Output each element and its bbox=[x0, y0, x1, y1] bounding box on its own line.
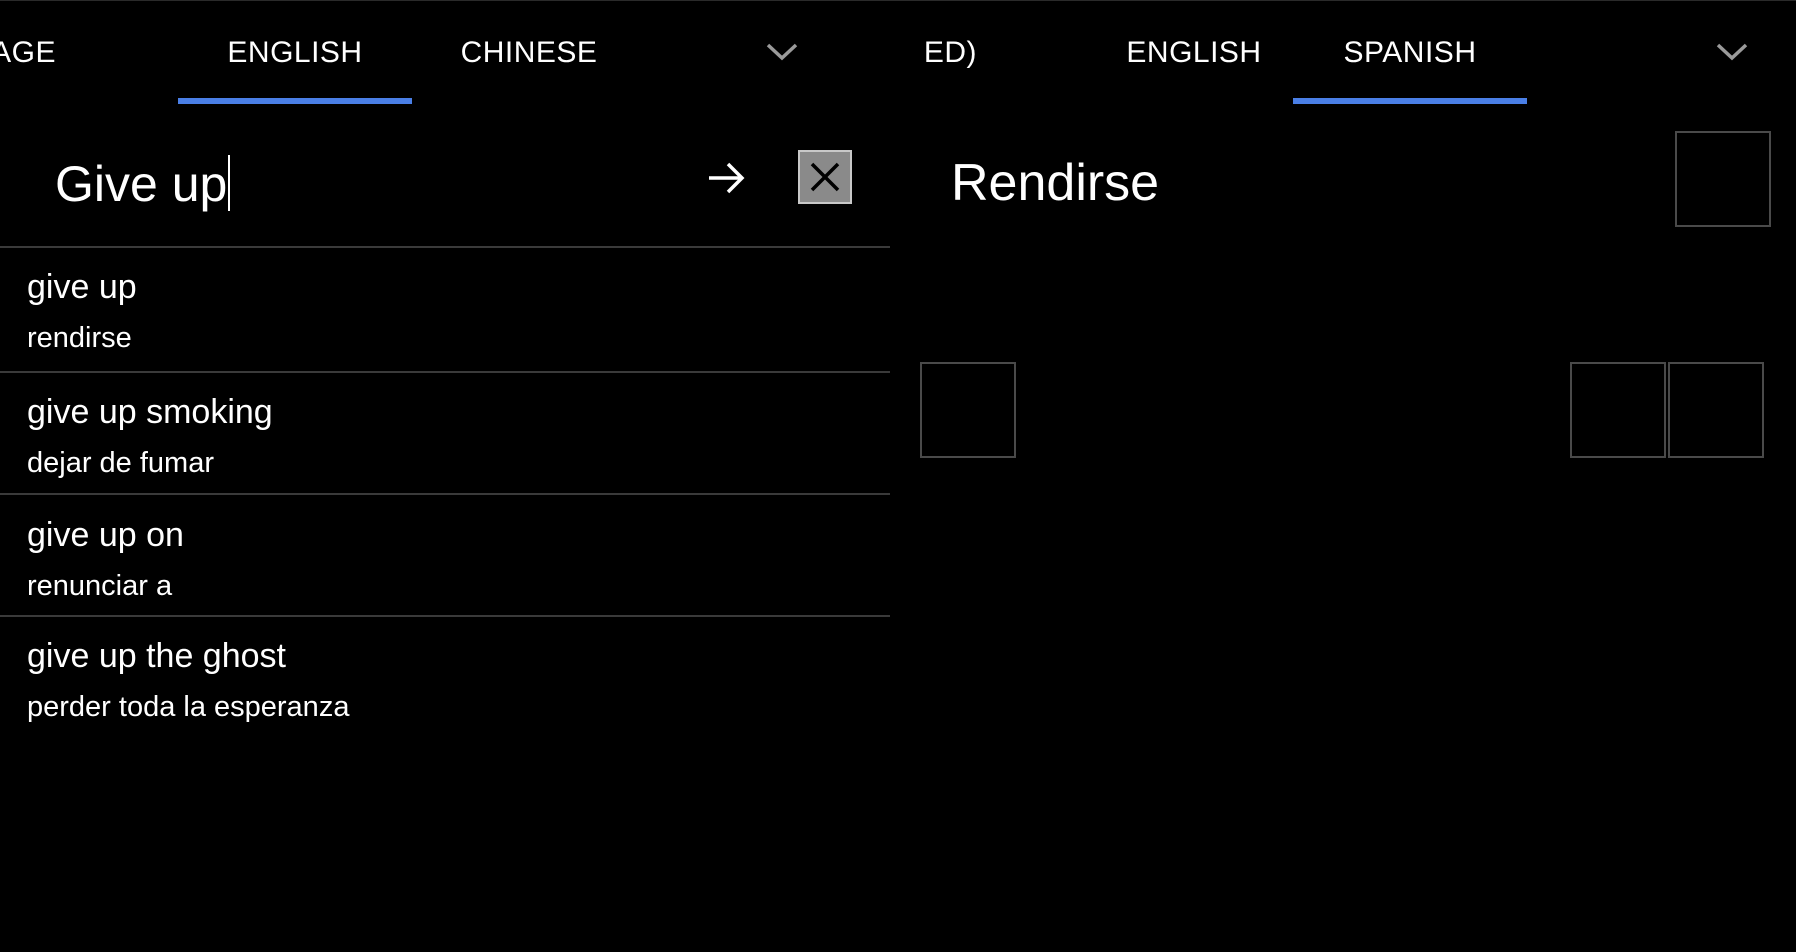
chevron-down-icon bbox=[1716, 43, 1748, 61]
close-icon bbox=[810, 162, 840, 192]
suggestion-phrase: give up smoking bbox=[27, 393, 273, 431]
suggestion-item[interactable]: give up on renunciar a bbox=[0, 496, 890, 618]
tab-label: ENGLISH bbox=[1126, 36, 1262, 69]
source-language-dropdown-button[interactable] bbox=[762, 36, 802, 66]
suggestion-item[interactable]: give up rendirse bbox=[0, 248, 890, 370]
arrow-right-icon bbox=[709, 162, 745, 194]
share-button[interactable] bbox=[1668, 362, 1764, 458]
tab-source-language-partial[interactable]: UAGE bbox=[0, 0, 56, 104]
tab-source-chinese[interactable]: CHINESE bbox=[412, 0, 646, 104]
tab-label: PLIFIED) bbox=[921, 36, 977, 69]
source-language-tabs: UAGE ENGLISH CHINESE bbox=[0, 0, 890, 104]
suggestion-translation: renunciar a bbox=[27, 570, 173, 602]
suggestion-phrase: give up the ghost bbox=[27, 637, 286, 675]
suggestion-phrase: give up on bbox=[27, 516, 184, 554]
tab-target-chinese-simplified-partial[interactable]: PLIFIED) bbox=[921, 0, 977, 104]
target-language-dropdown-button[interactable] bbox=[1712, 36, 1752, 66]
copy-button[interactable] bbox=[1570, 362, 1666, 458]
speak-button[interactable] bbox=[920, 362, 1016, 458]
tab-label: UAGE bbox=[0, 36, 56, 69]
suggestion-phrase: give up bbox=[27, 268, 137, 306]
tab-target-english[interactable]: ENGLISH bbox=[1077, 0, 1311, 104]
suggestion-divider bbox=[0, 493, 890, 495]
translation-input-area[interactable]: Give up bbox=[0, 122, 890, 246]
translation-result: Rendirse bbox=[951, 154, 1160, 212]
clear-input-button[interactable] bbox=[798, 150, 852, 204]
query-input-value: Give up bbox=[55, 156, 228, 212]
suggestion-translation: perder toda la esperanza bbox=[27, 691, 350, 723]
result-action-button[interactable] bbox=[1675, 131, 1771, 227]
suggestion-translation: rendirse bbox=[27, 322, 132, 354]
tab-label: ENGLISH bbox=[227, 36, 363, 69]
suggestion-translation: dejar de fumar bbox=[27, 447, 214, 479]
target-language-tabs: PLIFIED) ENGLISH SPANISH bbox=[921, 0, 1796, 104]
tab-label: CHINESE bbox=[460, 36, 598, 69]
suggestion-item[interactable]: give up smoking dejar de fumar bbox=[0, 373, 890, 495]
chevron-down-icon bbox=[766, 43, 798, 61]
tab-label: SPANISH bbox=[1343, 36, 1477, 69]
tab-target-spanish[interactable]: SPANISH bbox=[1293, 0, 1527, 104]
query-input[interactable]: Give up bbox=[55, 152, 231, 216]
translate-submit-button[interactable] bbox=[700, 152, 754, 206]
text-caret bbox=[228, 155, 231, 211]
suggestion-item[interactable]: give up the ghost perder toda la esperan… bbox=[0, 617, 890, 739]
tab-source-english[interactable]: ENGLISH bbox=[178, 0, 412, 104]
